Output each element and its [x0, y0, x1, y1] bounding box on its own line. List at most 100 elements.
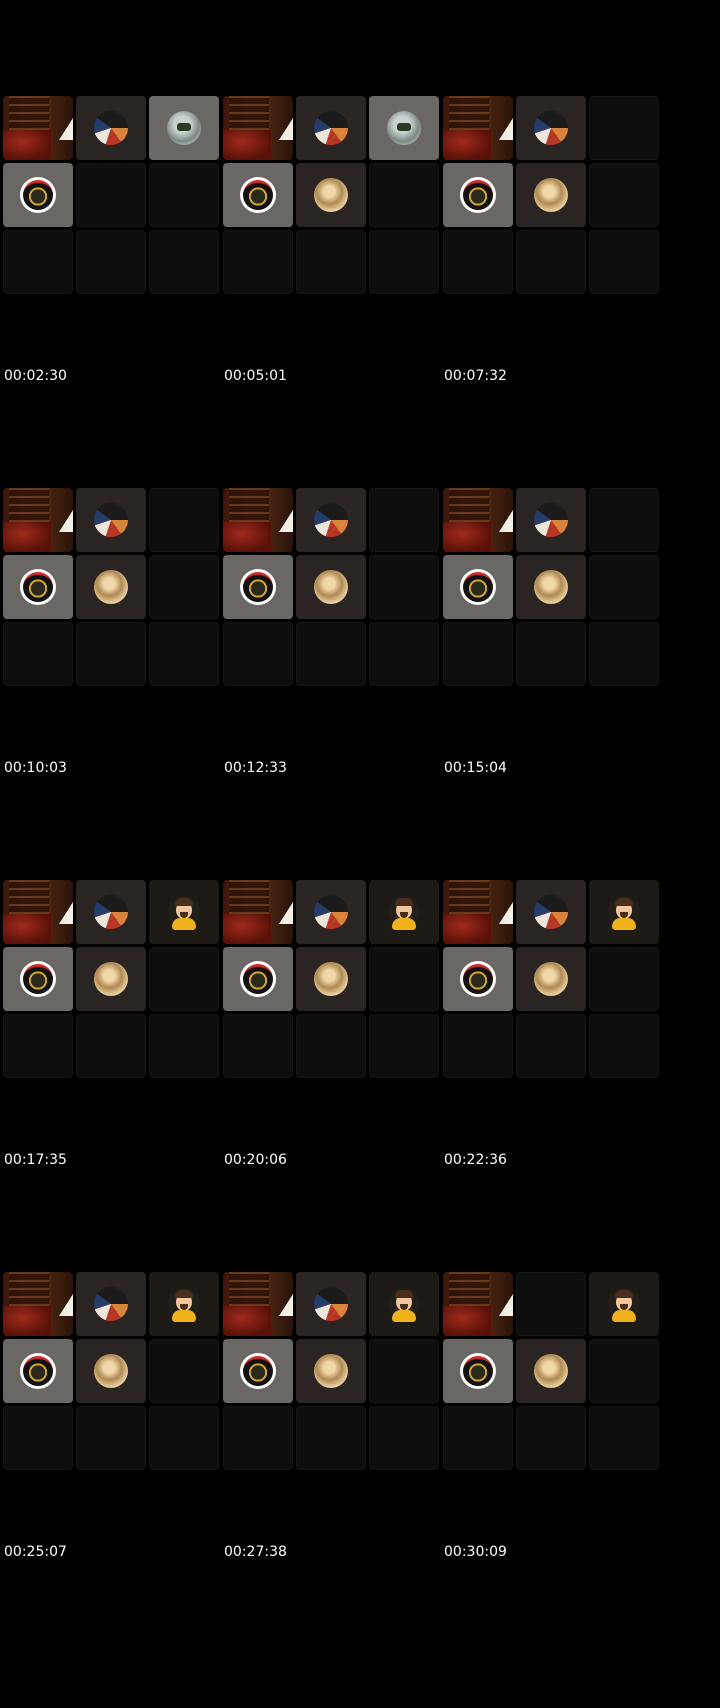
- guitar-avatar-tile[interactable]: [516, 880, 586, 944]
- video-grid: [443, 488, 659, 688]
- empty-tile: [3, 230, 73, 294]
- lamp-graphic: [59, 118, 73, 140]
- frame-thumbnail[interactable]: 00:02:30: [0, 0, 219, 392]
- badge-avatar-tile[interactable]: [443, 1339, 513, 1403]
- guitar-avatar-tile[interactable]: [76, 488, 146, 552]
- badge-avatar-tile[interactable]: [223, 1339, 293, 1403]
- library-scene-tile[interactable]: [3, 880, 73, 944]
- library-scene-tile[interactable]: [223, 1272, 293, 1336]
- coin-avatar-tile[interactable]: [516, 1339, 586, 1403]
- library-scene-tile[interactable]: [3, 488, 73, 552]
- guitar-avatar-tile[interactable]: [296, 880, 366, 944]
- guitar-avatar-tile[interactable]: [76, 96, 146, 160]
- frame-thumbnail[interactable]: 00:12:33: [220, 392, 439, 784]
- coin-avatar-tile[interactable]: [296, 1339, 366, 1403]
- guitar-avatar-tile[interactable]: [516, 96, 586, 160]
- lamp-graphic: [499, 510, 513, 532]
- frame-thumbnail[interactable]: 00:05:01: [220, 0, 439, 392]
- guitar-avatar: [534, 895, 568, 929]
- library-scene-tile[interactable]: [443, 488, 513, 552]
- library-scene-tile[interactable]: [3, 96, 73, 160]
- badge-avatar-tile[interactable]: [223, 555, 293, 619]
- frame-thumbnail[interactable]: 00:30:09: [440, 1176, 659, 1568]
- coin-avatar-tile[interactable]: [76, 1339, 146, 1403]
- guitar-avatar: [314, 111, 348, 145]
- coin-avatar-tile[interactable]: [296, 163, 366, 227]
- badge-avatar-tile[interactable]: [443, 555, 513, 619]
- guitar-avatar-tile[interactable]: [516, 488, 586, 552]
- coin-avatar-tile[interactable]: [76, 947, 146, 1011]
- frame-thumbnail[interactable]: 00:17:35: [0, 784, 219, 1176]
- timestamp-label: 00:05:01: [224, 368, 287, 384]
- cartoon-man-avatar-tile[interactable]: [149, 1272, 219, 1336]
- coin-avatar-tile[interactable]: [76, 555, 146, 619]
- badge-avatar: [240, 1353, 276, 1389]
- empty-tile: [443, 622, 513, 686]
- library-scene-tile[interactable]: [3, 1272, 73, 1336]
- guitar-avatar-tile[interactable]: [76, 1272, 146, 1336]
- frame-thumbnail[interactable]: 00:10:03: [0, 392, 219, 784]
- empty-tile: [369, 622, 439, 686]
- frame-thumbnail[interactable]: 00:15:04: [440, 392, 659, 784]
- empty-tile: [223, 1406, 293, 1470]
- empty-tile: [369, 488, 439, 552]
- library-scene-tile[interactable]: [223, 880, 293, 944]
- photo-avatar-tile[interactable]: [369, 96, 439, 160]
- coin-avatar-tile[interactable]: [516, 163, 586, 227]
- coin-avatar-tile[interactable]: [296, 555, 366, 619]
- cartoon-man-avatar-tile[interactable]: [149, 880, 219, 944]
- lamp-graphic: [279, 1294, 293, 1316]
- lamp-graphic: [279, 118, 293, 140]
- library-scene-tile[interactable]: [443, 880, 513, 944]
- empty-tile: [296, 1014, 366, 1078]
- badge-avatar-tile[interactable]: [3, 1339, 73, 1403]
- badge-avatar: [240, 961, 276, 997]
- coin-avatar-tile[interactable]: [516, 947, 586, 1011]
- chair-graphic: [223, 914, 271, 944]
- frame-thumbnail[interactable]: 00:25:07: [0, 1176, 219, 1568]
- badge-avatar: [20, 961, 56, 997]
- badge-avatar-tile[interactable]: [223, 947, 293, 1011]
- library-scene-tile[interactable]: [223, 488, 293, 552]
- guitar-avatar-tile[interactable]: [296, 1272, 366, 1336]
- coin-avatar-tile[interactable]: [516, 555, 586, 619]
- badge-avatar-tile[interactable]: [3, 163, 73, 227]
- lamp-graphic: [499, 902, 513, 924]
- library-scene-tile[interactable]: [223, 96, 293, 160]
- empty-tile: [76, 1014, 146, 1078]
- badge-avatar-tile[interactable]: [223, 163, 293, 227]
- frame-thumbnail[interactable]: 00:07:32: [440, 0, 659, 392]
- coin-avatar: [534, 178, 568, 212]
- coin-avatar-tile[interactable]: [296, 947, 366, 1011]
- chair-graphic: [443, 1306, 491, 1336]
- library-scene-tile[interactable]: [443, 96, 513, 160]
- timestamp-label: 00:27:38: [224, 1544, 287, 1560]
- cartoon-man-avatar-tile[interactable]: [369, 1272, 439, 1336]
- cartoon-man-avatar: [608, 896, 640, 930]
- badge-avatar: [460, 1353, 496, 1389]
- timestamp-label: 00:20:06: [224, 1152, 287, 1168]
- frame-thumbnail[interactable]: 00:22:36: [440, 784, 659, 1176]
- guitar-avatar-tile[interactable]: [76, 880, 146, 944]
- cartoon-man-avatar-tile[interactable]: [589, 880, 659, 944]
- cartoon-man-avatar: [388, 896, 420, 930]
- badge-avatar: [20, 569, 56, 605]
- badge-avatar-tile[interactable]: [3, 947, 73, 1011]
- cartoon-man-avatar-tile[interactable]: [369, 880, 439, 944]
- cartoon-man-avatar-tile[interactable]: [589, 1272, 659, 1336]
- photo-avatar: [167, 111, 201, 145]
- frame-thumbnail[interactable]: 00:27:38: [220, 1176, 439, 1568]
- badge-avatar-tile[interactable]: [443, 947, 513, 1011]
- timestamp-label: 00:10:03: [4, 760, 67, 776]
- empty-tile: [149, 230, 219, 294]
- empty-tile: [369, 947, 439, 1011]
- badge-avatar-tile[interactable]: [443, 163, 513, 227]
- photo-avatar-tile[interactable]: [149, 96, 219, 160]
- empty-tile: [516, 1406, 586, 1470]
- guitar-avatar-tile[interactable]: [296, 488, 366, 552]
- library-scene-tile[interactable]: [443, 1272, 513, 1336]
- guitar-avatar-tile[interactable]: [296, 96, 366, 160]
- badge-avatar-tile[interactable]: [3, 555, 73, 619]
- frame-thumbnail[interactable]: 00:20:06: [220, 784, 439, 1176]
- photo-avatar: [387, 111, 421, 145]
